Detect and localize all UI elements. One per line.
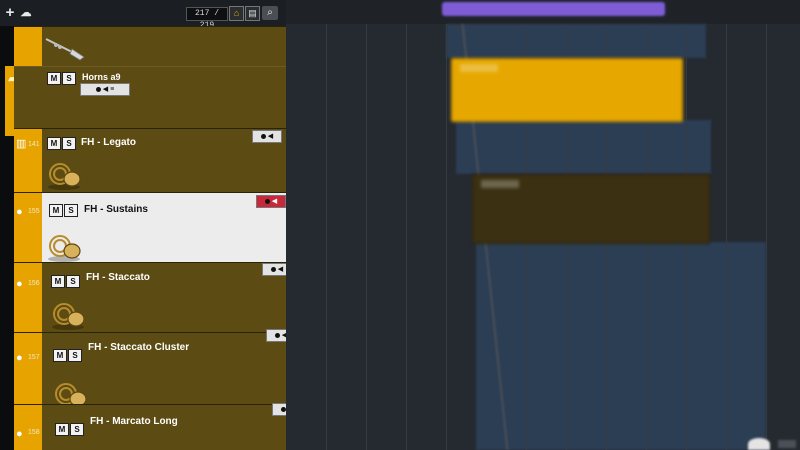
lane-highlight [456, 120, 711, 174]
instrument-track-icon: ● [16, 206, 23, 218]
track-fh-sustains[interactable]: ● 155 M S FH - Sustains ◀ [14, 192, 294, 262]
track-fh-staccato[interactable]: ● 156 M S FH - Staccato ◀ [14, 262, 294, 332]
search-button[interactable]: ⌕ [262, 6, 278, 20]
track-trumpet[interactable] [14, 26, 294, 66]
record-monitor-group: ◀ [252, 130, 282, 143]
instrument-track-icon: ● [16, 428, 23, 440]
mute-button[interactable]: M [47, 72, 61, 85]
search-icon: ⌕ [267, 7, 273, 18]
french-horn-icon [52, 303, 85, 330]
keyboard-icon: ▥ [16, 138, 27, 150]
mute-solo-group: M S [47, 72, 76, 85]
track-color-bar [14, 263, 42, 332]
track-name[interactable]: FH - Sustains [84, 204, 148, 215]
track-name[interactable]: Horns a9 [82, 72, 121, 82]
loop-range[interactable] [442, 2, 665, 16]
grid-line [366, 24, 367, 450]
mute-button[interactable]: M [55, 423, 69, 436]
grid-line [406, 24, 407, 450]
mute-button[interactable]: M [53, 349, 67, 362]
event-label [460, 64, 498, 72]
grid-line [446, 24, 447, 450]
instrument-track-icon: ● [16, 352, 23, 364]
add-track-button[interactable]: + [2, 5, 18, 21]
mute-solo-group: M S [49, 204, 78, 217]
speaker-icon[interactable]: ◀ [103, 85, 108, 95]
grid-line [726, 24, 727, 450]
track-name[interactable]: FH - Staccato [86, 272, 150, 283]
home-icon[interactable]: ⌂ [229, 6, 244, 21]
speaker-icon[interactable]: ◀ [272, 197, 277, 207]
track-number: 141 [28, 141, 40, 148]
record-monitor-group: ◀ [256, 195, 286, 208]
mute-solo-group: M S [51, 275, 80, 288]
grid-line [326, 24, 327, 450]
midi-event-horns[interactable] [451, 58, 683, 122]
track-number: 157 [28, 354, 40, 361]
arrange-area[interactable] [286, 0, 800, 450]
instrument-track-icon: ● [16, 278, 23, 290]
track-name[interactable]: FH - Marcato Long [90, 416, 178, 427]
french-horn-icon [48, 163, 81, 190]
solo-button[interactable]: S [62, 137, 76, 150]
folder-settings-icon[interactable]: ☁ [18, 5, 34, 21]
record-icon[interactable] [95, 87, 101, 92]
mute-button[interactable]: M [47, 137, 61, 150]
track-list: M S Horns a9 ◀ ≡ ▥ 141 M S FH - Legato ◀ [14, 26, 302, 450]
track-folder-horns[interactable]: M S Horns a9 ◀ ≡ [14, 66, 294, 128]
lane-highlight [446, 24, 706, 58]
solo-button[interactable]: S [70, 423, 84, 436]
zoom-knob[interactable] [748, 438, 770, 450]
track-counter: 217 / 219 [186, 7, 228, 30]
trumpet-icon [45, 38, 85, 61]
track-color-bar [14, 193, 42, 262]
track-fh-staccato-cluster[interactable]: ● 157 M S FH - Staccato Cluster ◀ [14, 329, 296, 410]
track-color-bar [14, 27, 42, 66]
speaker-icon[interactable]: ◀ [278, 265, 283, 275]
midi-event-sustains[interactable] [472, 174, 710, 244]
window-icon[interactable]: ▤ [245, 6, 260, 21]
track-number: 158 [28, 429, 40, 436]
track-fh-marcato-long[interactable]: ● 158 M S FH - Marcato Long ◀ [14, 403, 302, 450]
mute-button[interactable]: M [51, 275, 65, 288]
solo-button[interactable]: S [68, 349, 82, 362]
mute-solo-group: M S [53, 349, 82, 362]
solo-button[interactable]: S [66, 275, 80, 288]
mute-solo-group: M S [47, 137, 76, 150]
record-icon[interactable] [270, 267, 276, 272]
record-icon[interactable] [274, 333, 280, 338]
solo-button[interactable]: S [64, 204, 78, 217]
folder-controls: ◀ ≡ [80, 83, 130, 96]
event-label [481, 180, 519, 188]
record-icon[interactable] [264, 199, 270, 204]
track-fh-legato[interactable]: ▥ 141 M S FH - Legato ◀ [14, 128, 294, 192]
mute-button[interactable]: M [49, 204, 63, 217]
record-icon[interactable] [260, 134, 266, 139]
mute-solo-group: M S [55, 423, 84, 436]
track-name[interactable]: FH - Legato [81, 137, 136, 148]
track-number: 155 [28, 208, 40, 215]
grid-line [766, 24, 767, 450]
menu-icon[interactable]: ≡ [110, 85, 114, 95]
solo-button[interactable]: S [62, 72, 76, 85]
track-color-bar [14, 333, 42, 404]
track-number: 156 [28, 280, 40, 287]
speaker-icon[interactable]: ◀ [268, 132, 273, 142]
track-list-toolbar: + ☁ 217 / 219 ⌂ ▤ ⌕ [0, 0, 286, 30]
lane-highlight [476, 242, 766, 450]
zoom-button[interactable] [778, 440, 796, 448]
track-name[interactable]: FH - Staccato Cluster [88, 342, 189, 353]
french-horn-icon [48, 235, 81, 262]
